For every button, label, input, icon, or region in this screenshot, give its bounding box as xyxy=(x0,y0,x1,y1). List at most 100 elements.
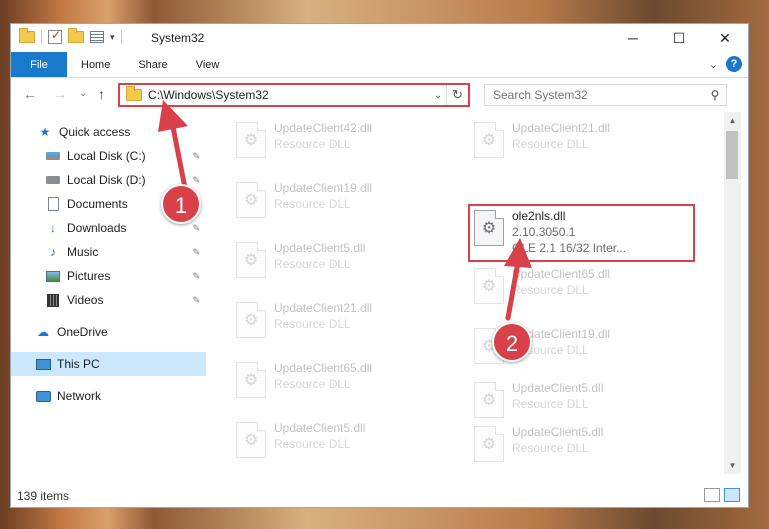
window-title: System32 xyxy=(151,31,205,45)
explorer-window: ▾ System32 ─ ☐ ✕ File Home Share View ⌄ … xyxy=(10,23,749,508)
recent-locations-button[interactable]: ⌄ xyxy=(79,88,87,99)
search-box[interactable]: ⚲ xyxy=(484,84,727,106)
network-icon xyxy=(35,389,51,403)
dll-file-icon: ⚙ xyxy=(474,268,504,304)
sidebar-item-this-pc[interactable]: This PC xyxy=(11,352,206,376)
tab-share[interactable]: Share xyxy=(124,52,181,77)
file-description: Resource DLL xyxy=(512,283,589,297)
file-description: Resource DLL xyxy=(512,137,589,151)
ribbon-tabs: File Home Share View ⌄ ? xyxy=(11,52,748,78)
step-1-badge: 1 xyxy=(161,184,201,224)
customize-toolbar-icon[interactable]: ▾ xyxy=(110,32,115,43)
file-description: Resource DLL xyxy=(274,257,351,271)
file-description: Resource DLL xyxy=(274,137,351,151)
tab-home[interactable]: Home xyxy=(67,52,124,77)
sidebar-item-label: Downloads xyxy=(67,221,127,235)
scroll-thumb[interactable] xyxy=(726,131,738,179)
file-name: UpdateClient65.dll xyxy=(274,361,373,375)
navigation-bar: ← → ⌄ ↑ C:\Windows\System32 ⌄ ↻ ⚲ xyxy=(11,78,748,112)
new-folder-icon[interactable] xyxy=(68,28,84,43)
search-input[interactable] xyxy=(493,88,704,102)
search-icon[interactable]: ⚲ xyxy=(704,88,726,102)
file-item[interactable]: ⚙ UpdateClient21.dll Resource DLL xyxy=(230,298,452,350)
maximize-button[interactable]: ☐ xyxy=(656,24,702,52)
sidebar-item-onedrive[interactable]: ☁ OneDrive xyxy=(11,320,206,344)
address-path[interactable]: C:\Windows\System32 xyxy=(148,88,430,102)
address-bar[interactable]: C:\Windows\System32 ⌄ ↻ xyxy=(118,83,470,107)
file-item[interactable]: ⚙ UpdateClient19.dll Resource DLL xyxy=(230,178,452,230)
tab-view[interactable]: View xyxy=(182,52,234,77)
file-list: ⚙ UpdateClient42.dll Resource DLL ⚙ Updat… xyxy=(206,112,724,474)
window-controls: ─ ☐ ✕ xyxy=(610,24,748,52)
properties-checkmark-icon[interactable] xyxy=(48,28,62,44)
pictures-icon xyxy=(45,269,61,283)
tab-file[interactable]: File xyxy=(11,52,67,77)
divider xyxy=(120,30,122,44)
sidebar-item-pictures[interactable]: Pictures ✎ xyxy=(11,264,206,288)
sidebar-item-label: This PC xyxy=(57,357,100,371)
tiles-view-icon[interactable] xyxy=(724,488,740,502)
pin-icon: ✎ xyxy=(192,246,200,257)
pin-icon: ✎ xyxy=(192,150,200,161)
file-item[interactable]: ⚙ UpdateClient65.dll Resource DLL xyxy=(468,264,690,316)
file-name: UpdateClient5.dll xyxy=(512,425,604,439)
computer-icon xyxy=(35,357,51,371)
sidebar-item-quick-access[interactable]: ★ Quick access xyxy=(11,120,206,144)
details-view-icon[interactable] xyxy=(704,488,720,502)
divider xyxy=(41,30,42,44)
dll-file-icon: ⚙ xyxy=(474,382,504,418)
file-name: UpdateClient42.dll xyxy=(274,121,373,135)
sidebar-item-music[interactable]: ♪ Music ✎ xyxy=(11,240,206,264)
file-item[interactable]: ⚙ UpdateClient5.dll Resource DLL xyxy=(468,422,690,474)
file-item[interactable]: ⚙ UpdateClient65.dll Resource DLL xyxy=(230,358,452,410)
close-button[interactable]: ✕ xyxy=(702,24,748,52)
file-highlight-box xyxy=(468,204,695,262)
dll-file-icon: ⚙ xyxy=(236,362,266,398)
navigation-pane: ★ Quick access Local Disk (C:) ✎ Local D… xyxy=(11,112,206,474)
up-button[interactable]: ↑ xyxy=(98,86,105,102)
forward-button[interactable]: → xyxy=(53,86,67,102)
address-dropdown-icon[interactable]: ⌄ xyxy=(430,90,446,101)
refresh-button[interactable]: ↻ xyxy=(446,85,468,105)
ribbon-controls: ⌄ ? xyxy=(709,56,742,72)
sidebar-item-network[interactable]: Network xyxy=(11,384,206,408)
expand-ribbon-icon[interactable]: ⌄ xyxy=(709,58,718,71)
file-description: Resource DLL xyxy=(512,441,589,455)
sidebar-item-label: Pictures xyxy=(67,269,111,283)
back-button[interactable]: ← xyxy=(23,86,37,102)
downloads-icon: ↓ xyxy=(50,221,56,235)
view-switcher xyxy=(704,488,740,502)
sidebar-item-label: Network xyxy=(57,389,102,403)
dll-file-icon: ⚙ xyxy=(236,182,266,218)
cloud-icon: ☁ xyxy=(37,325,49,339)
file-description: Resource DLL xyxy=(512,397,589,411)
sidebar-item-local-disk-c[interactable]: Local Disk (C:) ✎ xyxy=(11,144,206,168)
dll-file-icon: ⚙ xyxy=(236,302,266,338)
file-item[interactable]: ⚙ UpdateClient5.dll Resource DLL xyxy=(230,418,452,470)
folder-icon xyxy=(126,86,142,101)
properties-icon[interactable] xyxy=(90,31,104,43)
scroll-up-icon[interactable]: ▲ xyxy=(724,112,741,129)
drive-icon xyxy=(45,173,61,187)
file-name: UpdateClient5.dll xyxy=(274,421,366,435)
dll-file-icon: ⚙ xyxy=(236,242,266,278)
file-name: UpdateClient65.dll xyxy=(512,267,611,281)
file-item[interactable]: ⚙ UpdateClient5.dll Resource DLL xyxy=(230,238,452,290)
file-name: UpdateClient21.dll xyxy=(512,121,611,135)
dll-file-icon: ⚙ xyxy=(236,422,266,458)
minimize-button[interactable]: ─ xyxy=(610,24,656,52)
vertical-scrollbar[interactable]: ▲ ▼ xyxy=(724,112,741,474)
file-item[interactable]: ⚙ UpdateClient21.dll Resource DLL xyxy=(468,118,690,170)
file-item[interactable]: ⚙ UpdateClient42.dll Resource DLL xyxy=(230,118,452,170)
help-icon[interactable]: ? xyxy=(726,56,742,72)
sidebar-item-label: Local Disk (D:) xyxy=(67,173,146,187)
drive-icon xyxy=(45,149,61,163)
dll-file-icon: ⚙ xyxy=(236,122,266,158)
sidebar-item-videos[interactable]: Videos ✎ xyxy=(11,288,206,312)
star-icon: ★ xyxy=(39,125,51,139)
sidebar-item-label: OneDrive xyxy=(57,325,108,339)
pin-icon: ✎ xyxy=(192,270,200,281)
file-name: UpdateClient19.dll xyxy=(274,181,373,195)
scroll-down-icon[interactable]: ▼ xyxy=(724,457,741,474)
status-bar: 139 items xyxy=(11,484,748,507)
